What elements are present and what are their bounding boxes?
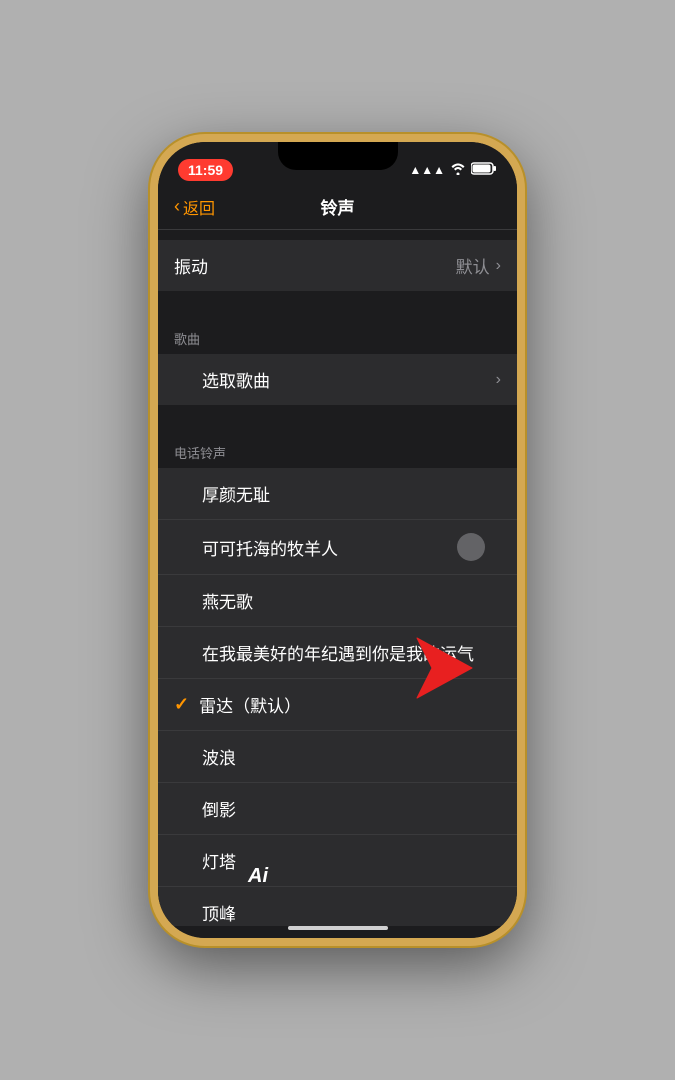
vibration-chevron-icon: › bbox=[496, 257, 501, 275]
ai-badge-text: Ai bbox=[248, 865, 268, 887]
ringtone-label: 燕无歌 bbox=[202, 588, 501, 613]
spacer-ringtone bbox=[158, 405, 517, 429]
ringtone-section-header: 电话铃声 bbox=[158, 429, 517, 468]
nav-bar: ‹ 返回 铃声 bbox=[158, 186, 517, 230]
ringtone-row[interactable]: 灯塔 bbox=[158, 835, 517, 887]
back-button[interactable]: ‹ 返回 bbox=[174, 195, 215, 219]
ringtone-label: 雷达（默认） bbox=[199, 692, 501, 717]
status-icons: ▲▲▲ bbox=[409, 162, 497, 178]
ringtone-label: 灯塔 bbox=[202, 848, 501, 873]
ai-badge-area: Ai bbox=[248, 865, 268, 888]
home-indicator bbox=[288, 926, 388, 930]
ringtone-label: 顶峰 bbox=[202, 900, 501, 925]
phone-inner: 11:59 ▲▲▲ bbox=[158, 142, 517, 938]
ringtone-label: 倒影 bbox=[202, 796, 501, 821]
select-song-chevron-icon: › bbox=[496, 371, 501, 389]
ringtone-row[interactable]: 可可托海的牧羊人 bbox=[158, 520, 517, 575]
back-label: 返回 bbox=[183, 195, 215, 219]
select-song-label: 选取歌曲 bbox=[202, 367, 496, 392]
vibration-row[interactable]: 振动 默认 › bbox=[158, 240, 517, 291]
ringtone-label: 波浪 bbox=[202, 744, 501, 769]
ringtone-row[interactable]: 厚颜无耻 bbox=[158, 468, 517, 520]
ringtone-label: 在我最美好的年纪遇到你是我的运气 bbox=[202, 640, 501, 665]
checkmark-icon: ✓ bbox=[174, 694, 189, 715]
ringtone-row[interactable]: 顶峰 bbox=[158, 887, 517, 926]
songs-section: 选取歌曲 › bbox=[158, 354, 517, 405]
ringtone-row[interactable]: ✓ 雷达（默认） bbox=[158, 679, 517, 731]
signal-icon: ▲▲▲ bbox=[409, 163, 445, 177]
ringtone-row[interactable]: 波浪 bbox=[158, 731, 517, 783]
ringtone-label: 可可托海的牧羊人 bbox=[202, 535, 473, 560]
ringtone-row[interactable]: 倒影 bbox=[158, 783, 517, 835]
status-time: 11:59 bbox=[178, 159, 233, 181]
songs-section-header: 歌曲 bbox=[158, 315, 517, 354]
spacer-top bbox=[158, 230, 517, 240]
wifi-icon bbox=[450, 163, 466, 178]
status-bar: 11:59 ▲▲▲ bbox=[158, 142, 517, 186]
vibration-section: 振动 默认 › bbox=[158, 240, 517, 291]
vibration-label: 振动 bbox=[174, 253, 456, 278]
select-song-row[interactable]: 选取歌曲 › bbox=[158, 354, 517, 405]
content-area: 振动 默认 › 歌曲 选取歌曲 › 电话铃声 厚颜无耻可可托海的牧羊人燕无歌在我… bbox=[158, 230, 517, 926]
vibration-value: 默认 bbox=[456, 253, 490, 278]
spacer-songs bbox=[158, 291, 517, 315]
ringtone-row[interactable]: 在我最美好的年纪遇到你是我的运气 bbox=[158, 627, 517, 679]
notch bbox=[278, 142, 398, 170]
ringtone-label: 厚颜无耻 bbox=[202, 481, 501, 506]
battery-icon bbox=[471, 162, 497, 178]
loading-indicator bbox=[457, 533, 485, 561]
ringtone-list: 厚颜无耻可可托海的牧羊人燕无歌在我最美好的年纪遇到你是我的运气 ✓ 雷达（默认） 波浪… bbox=[158, 468, 517, 926]
phone-frame: 11:59 ▲▲▲ bbox=[150, 134, 525, 946]
ringtone-row[interactable]: 燕无歌 bbox=[158, 575, 517, 627]
page-title: 铃声 bbox=[321, 194, 355, 219]
back-chevron-icon: ‹ bbox=[174, 196, 180, 217]
